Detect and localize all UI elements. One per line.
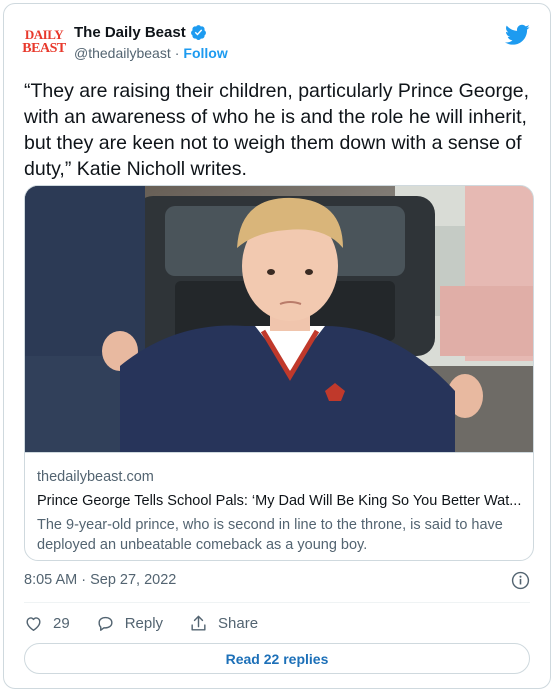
reply-bubble-icon [98, 616, 113, 631]
logo-line-2: BEAST [22, 40, 66, 56]
link-description: The 9-year-old prince, who is second in … [37, 517, 503, 553]
tweet-timestamp[interactable]: 8:05 AM · Sep 27, 2022 [24, 572, 176, 588]
article-photo [25, 186, 533, 452]
info-icon[interactable] [511, 571, 530, 590]
author-handle-row: @thedailybeast · Follow [74, 45, 228, 61]
tweet-actions: 29 Reply Share [24, 611, 284, 635]
share-button[interactable]: Share [189, 614, 258, 633]
follow-button[interactable]: Follow [183, 45, 227, 61]
share-label: Share [218, 614, 259, 632]
link-domain: thedailybeast.com [37, 469, 154, 485]
heart-icon [26, 616, 41, 631]
tweet-header: DAILY BEAST The Daily Beast @thedailybea… [22, 22, 530, 66]
author-handle[interactable]: @thedailybeast [74, 45, 171, 61]
logo-line-1: DAILY [24, 27, 64, 43]
link-card-meta: thedailybeast.com Prince George Tells Sc… [25, 452, 533, 560]
tweet-card: DAILY BEAST The Daily Beast @thedailybea… [3, 3, 551, 689]
like-count: 29 [53, 614, 70, 632]
reply-label: Reply [124, 614, 164, 632]
read-replies-button[interactable]: Read 22 replies [24, 643, 530, 674]
link-title[interactable]: Prince George Tells School Pals: ‘My Dad… [37, 491, 523, 511]
verified-badge-icon [190, 25, 206, 40]
reply-button[interactable]: Reply [96, 614, 163, 633]
twitter-bird-icon[interactable] [505, 24, 530, 46]
author-name[interactable]: The Daily Beast [74, 24, 186, 41]
like-button[interactable]: 29 [24, 614, 70, 633]
separator-dot: · [174, 45, 180, 61]
tweet-text: “They are raising their children, partic… [24, 80, 530, 180]
author-name-row: The Daily Beast [74, 24, 207, 41]
daily-beast-logo[interactable]: DAILY BEAST [22, 22, 66, 62]
link-card[interactable]: thedailybeast.com Prince George Tells Sc… [24, 185, 534, 561]
share-icon [191, 615, 206, 631]
divider [24, 602, 530, 603]
